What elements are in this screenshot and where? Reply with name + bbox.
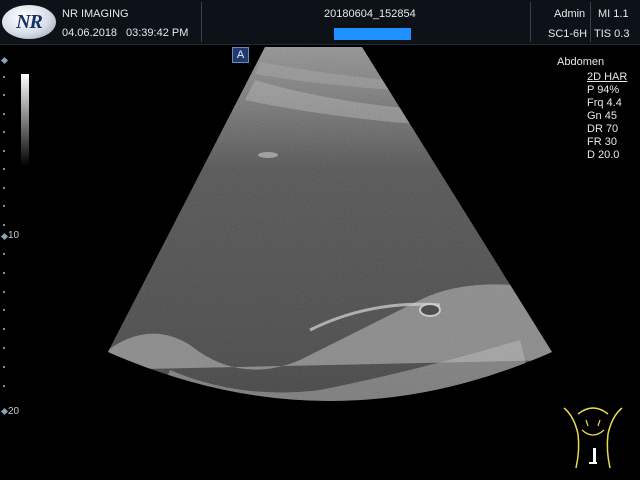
depth-value: D 20.0 (587, 149, 620, 161)
depth-tick-0 (2, 58, 7, 63)
gain-value: Gn 45 (587, 110, 617, 122)
dynamic-range-value: DR 70 (587, 123, 619, 135)
sector-image (108, 47, 552, 401)
abdomen-bodymark-icon (563, 407, 623, 469)
frequency-value: Frq 4.4 (587, 97, 622, 109)
power-value: P 94% (587, 84, 620, 96)
depth-ruler: 10 20 (0, 56, 24, 426)
imaging-parameters: Abdomen 2D HAR P 94% Frq 4.4 Gn 45 DR 70… (557, 56, 627, 162)
depth-label-20: 20 (8, 406, 20, 417)
ultrasound-image (108, 47, 552, 401)
depth-tick-10 (2, 234, 7, 239)
mode-label: 2D HAR (587, 71, 628, 83)
frame-rate-value: FR 30 (587, 136, 617, 148)
depth-tick-20 (2, 409, 7, 414)
preset-label: Abdomen (557, 56, 605, 68)
depth-label-10: 10 (8, 230, 20, 241)
orientation-marker-icon[interactable]: A (232, 47, 249, 63)
